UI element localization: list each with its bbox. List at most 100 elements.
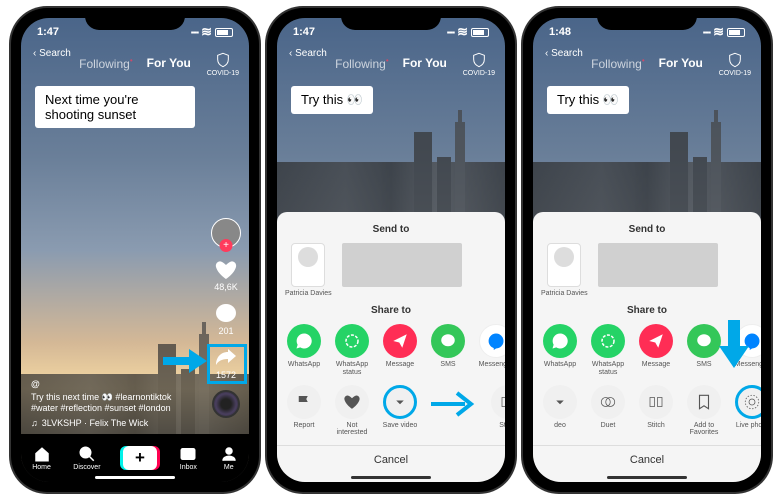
phone-notch xyxy=(341,8,441,30)
video-caption-overlay: Try this 👀 xyxy=(291,86,373,114)
share-sms[interactable]: SMS xyxy=(429,324,467,376)
screen: 1:47 Search Following• For You COVID-19 … xyxy=(21,18,249,482)
comment-button[interactable]: 201 xyxy=(214,302,238,336)
home-indicator[interactable] xyxy=(95,476,175,479)
tab-following[interactable]: Following• xyxy=(335,56,389,71)
whatsapp-icon xyxy=(551,332,569,350)
share-social-row[interactable]: WhatsApp WhatsApp status Message SMS Mes… xyxy=(277,320,505,380)
nav-me[interactable]: Me xyxy=(220,445,238,471)
share-whatsapp-status[interactable]: WhatsApp status xyxy=(589,324,627,376)
video-bg xyxy=(277,102,505,222)
flag-icon xyxy=(295,393,313,411)
phone-mockup-1: 1:47 Search Following• For You COVID-19 … xyxy=(11,8,259,492)
share-whatsapp-status[interactable]: WhatsApp status xyxy=(333,324,371,376)
tab-foryou[interactable]: For You xyxy=(147,56,191,71)
share-to-header: Share to xyxy=(277,301,505,320)
sound-disc[interactable] xyxy=(212,390,240,418)
covid-badge[interactable]: COVID-19 xyxy=(463,52,495,77)
share-sms[interactable]: SMS xyxy=(685,324,723,376)
inbox-icon xyxy=(179,445,197,463)
phone-mockup-2: 1:47 Search Following• For You COVID-19 … xyxy=(267,8,515,492)
share-actions-row-2[interactable]: deo Duet Stitch Add to Favorites Live ph… xyxy=(533,381,761,441)
send-to-header: Send to xyxy=(533,220,761,239)
tab-following[interactable]: Following• xyxy=(79,56,133,71)
home-icon xyxy=(33,445,51,463)
cancel-button[interactable]: Cancel xyxy=(277,445,505,474)
phone-notch xyxy=(597,8,697,30)
covid-badge[interactable]: COVID-19 xyxy=(719,52,751,77)
contact-tile[interactable]: Patricia Davies xyxy=(541,243,588,298)
video-caption-text: Try this next time 👀 #learnontiktok #wat… xyxy=(31,392,191,415)
action-stitch[interactable]: Stitch xyxy=(637,385,675,437)
stitch-icon xyxy=(647,393,665,411)
video-meta: Try this next time 👀 #learnontiktok #wat… xyxy=(31,379,191,428)
annotation-arrow xyxy=(429,389,479,437)
follow-plus-icon[interactable]: + xyxy=(220,239,233,252)
status-time: 1:48 xyxy=(549,26,571,38)
share-whatsapp[interactable]: WhatsApp xyxy=(541,324,579,376)
send-to-row[interactable]: Patricia Davies xyxy=(533,239,761,302)
music-ticker[interactable]: ♫ 3LVKSHP · Felix The Wick xyxy=(31,418,191,428)
stitch-icon xyxy=(499,393,505,411)
share-message[interactable]: Message xyxy=(637,324,675,376)
share-messenger[interactable]: Messenger xyxy=(477,324,505,376)
like-button[interactable]: 48,6K xyxy=(214,258,238,292)
whatsapp-icon xyxy=(295,332,313,350)
heart-icon xyxy=(214,258,238,282)
shield-icon xyxy=(727,52,743,68)
status-time: 1:47 xyxy=(37,26,59,38)
share-actions-row[interactable]: Report Not interested Save video Stitch xyxy=(277,381,505,441)
nav-home[interactable]: Home xyxy=(32,445,51,471)
cancel-button[interactable]: Cancel xyxy=(533,445,761,474)
bookmark-icon xyxy=(695,393,713,411)
download-icon xyxy=(551,393,569,411)
profile-avatar[interactable]: + xyxy=(211,218,241,248)
share-sheet: Send to Patricia Davies Share to WhatsAp… xyxy=(277,212,505,482)
home-indicator[interactable] xyxy=(607,476,687,479)
action-add-favorites[interactable]: Add to Favorites xyxy=(685,385,723,437)
action-duet[interactable]: Duet xyxy=(589,385,627,437)
whatsapp-status-icon xyxy=(599,332,617,350)
action-live-photo[interactable]: Live photo xyxy=(733,385,761,437)
send-icon xyxy=(391,332,409,350)
create-button[interactable]: + xyxy=(123,446,157,470)
username[interactable] xyxy=(31,379,191,389)
tab-following[interactable]: Following• xyxy=(591,56,645,71)
sms-icon xyxy=(439,332,457,350)
download-icon xyxy=(391,393,409,411)
video-bg xyxy=(533,102,761,222)
status-time: 1:47 xyxy=(293,26,315,38)
person-icon xyxy=(220,445,238,463)
tab-foryou[interactable]: For You xyxy=(659,56,703,71)
action-rail: + 48,6K 201 1572 xyxy=(211,218,241,418)
action-save-video-partial[interactable]: deo xyxy=(541,385,579,437)
covid-badge[interactable]: COVID-19 xyxy=(207,52,239,77)
phone-mockup-3: 1:48 Search Following• For You COVID-19 … xyxy=(523,8,771,492)
contact-tile[interactable]: Patricia Davies xyxy=(285,243,332,298)
whatsapp-status-icon xyxy=(343,332,361,350)
action-stitch[interactable]: Stitch xyxy=(489,385,505,437)
home-indicator[interactable] xyxy=(351,476,431,479)
battery-icon xyxy=(727,28,745,37)
action-report[interactable]: Report xyxy=(285,385,323,437)
battery-icon xyxy=(471,28,489,37)
nav-discover[interactable]: Discover xyxy=(73,445,100,471)
sms-icon xyxy=(695,332,713,350)
live-photo-icon xyxy=(743,393,761,411)
bottom-bar: Home Discover + Inbox Me xyxy=(21,434,249,482)
share-message[interactable]: Message xyxy=(381,324,419,376)
nav-inbox[interactable]: Inbox xyxy=(179,445,197,471)
share-social-row[interactable]: WhatsApp WhatsApp status Message SMS Mes… xyxy=(533,320,761,380)
video-caption-overlay: Next time you're shooting sunset xyxy=(35,86,195,128)
share-to-header: Share to xyxy=(533,301,761,320)
send-to-row[interactable]: Patricia Davies xyxy=(277,239,505,302)
share-sheet: Send to Patricia Davies Share to WhatsAp… xyxy=(533,212,761,482)
phone-notch xyxy=(85,8,185,30)
action-save-video[interactable]: Save video xyxy=(381,385,419,437)
wifi-icon xyxy=(457,24,468,40)
action-not-interested[interactable]: Not interested xyxy=(333,385,371,437)
share-whatsapp[interactable]: WhatsApp xyxy=(285,324,323,376)
wifi-icon xyxy=(201,24,212,40)
tab-foryou[interactable]: For You xyxy=(403,56,447,71)
duet-icon xyxy=(599,393,617,411)
